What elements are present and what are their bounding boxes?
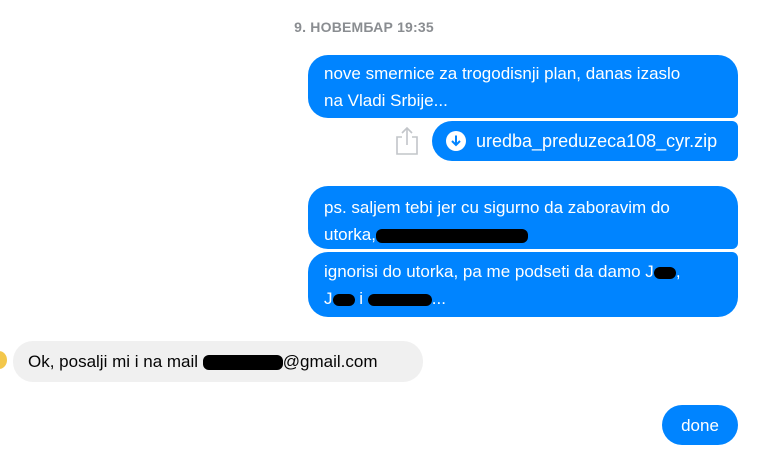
redaction-mark [375, 228, 528, 243]
share-icon[interactable] [394, 126, 420, 156]
message-text: Ok, posalji mi i na mail [28, 352, 203, 371]
redaction-mark [653, 266, 676, 279]
chat-thread: 9. НОВЕМБАР 19:35 nove smernice za trogo… [0, 0, 768, 469]
download-icon [446, 131, 466, 151]
message-timestamp: 9. НОВЕМБАР 19:35 [294, 19, 434, 35]
message-text: ... [431, 289, 446, 308]
outgoing-message-3[interactable]: ignorisi do utorka, pa me podseti da dam… [308, 252, 738, 317]
redaction-mark [367, 293, 432, 306]
redaction-mark [202, 355, 283, 371]
message-text: @gmail.com [282, 352, 378, 371]
file-attachment[interactable]: uredba_preduzeca108_cyr.zip [432, 121, 738, 161]
message-text-line: utorka, [324, 221, 722, 248]
outgoing-message-4[interactable]: done [662, 405, 738, 445]
message-text: done [681, 416, 719, 435]
message-text: i [359, 289, 364, 308]
message-text: utorka, [324, 225, 376, 244]
redaction-mark [332, 293, 355, 306]
incoming-message[interactable]: Ok, posalji mi i na mail @gmail.com [13, 341, 423, 382]
contact-avatar[interactable] [0, 351, 7, 369]
message-text-line: nove smernice za trogodisnji plan, danas… [324, 64, 681, 83]
attachment-filename: uredba_preduzeca108_cyr.zip [476, 131, 718, 151]
message-text-line: J i ... [324, 289, 446, 308]
message-text-line: na Vladi Srbije... [324, 91, 448, 110]
outgoing-message-1[interactable]: nove smernice za trogodisnji plan, danas… [308, 55, 738, 118]
message-text: ignorisi do utorka, pa me podseti da dam… [324, 262, 654, 281]
outgoing-message-2[interactable]: ps. saljem tebi jer cu sigurno da zabora… [308, 186, 738, 249]
message-text-line: ps. saljem tebi jer cu sigurno da zabora… [324, 198, 670, 217]
message-text-line: ignorisi do utorka, pa me podseti da dam… [324, 262, 681, 281]
